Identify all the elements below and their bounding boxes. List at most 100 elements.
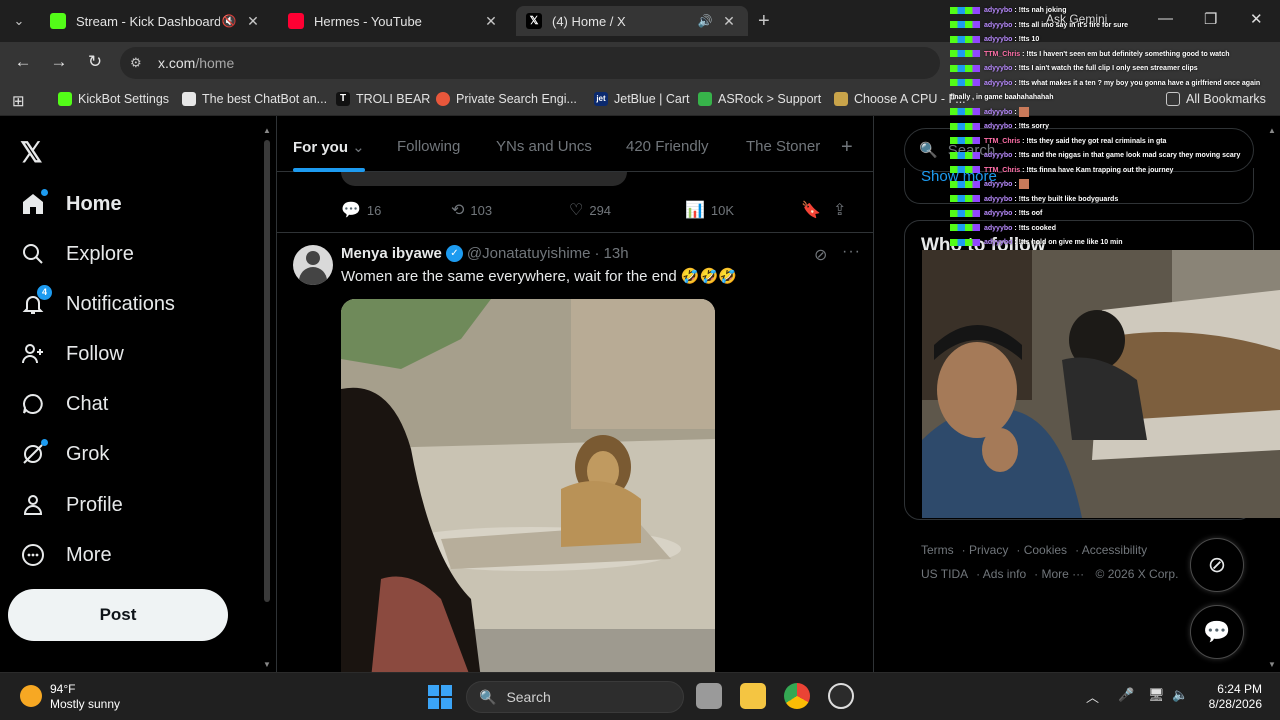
add-tab-plus-icon[interactable]: + bbox=[841, 136, 853, 159]
lion-video-frame bbox=[341, 299, 715, 678]
tab-for-you[interactable]: For you ⌄ bbox=[293, 138, 365, 156]
nav-explore[interactable]: Explore bbox=[20, 234, 134, 274]
nav-follow[interactable]: Follow bbox=[20, 334, 124, 374]
nav-notifications[interactable]: 4 Notifications bbox=[20, 284, 175, 324]
windows-start-icon[interactable] bbox=[428, 685, 452, 709]
bookmark-asrock[interactable]: ASRock > Support bbox=[698, 92, 821, 106]
tab-420-friendly[interactable]: 420 Friendly bbox=[626, 138, 709, 155]
sun-icon[interactable] bbox=[20, 685, 42, 707]
chat-username[interactable]: adyyybo bbox=[984, 239, 1012, 246]
previous-tweet-media[interactable] bbox=[341, 172, 627, 186]
x-logo-icon[interactable]: 𝕏 bbox=[20, 136, 43, 169]
chat-username[interactable]: adyyybo bbox=[984, 80, 1012, 87]
tweet-video[interactable] bbox=[341, 299, 715, 678]
chat-username[interactable]: TTM_Chris bbox=[984, 138, 1020, 145]
task-view-icon[interactable] bbox=[696, 683, 722, 709]
tray-chevron-up-icon[interactable]: ︿ bbox=[1086, 687, 1099, 706]
chat-username[interactable]: TTM_Chris bbox=[984, 51, 1020, 58]
bookmark-chatbot[interactable]: The best ChatBot an... bbox=[182, 92, 327, 106]
footer-us-tida[interactable]: US TIDA bbox=[921, 567, 968, 581]
network-icon[interactable]: 🖥 bbox=[1148, 687, 1165, 703]
close-tab-icon[interactable]: ✕ bbox=[720, 13, 738, 30]
chat-username[interactable]: adyyybo bbox=[984, 65, 1012, 72]
site-info-icon[interactable]: ⚙ bbox=[130, 55, 142, 71]
nav-chat[interactable]: Chat bbox=[20, 384, 108, 424]
tab-following[interactable]: Following bbox=[397, 138, 460, 155]
apps-grid-icon[interactable]: ⊞ bbox=[12, 92, 25, 110]
tab-search-chevron-icon[interactable]: ⌄ bbox=[8, 10, 30, 32]
volume-icon[interactable]: 🔈 bbox=[1172, 687, 1188, 703]
microphone-icon[interactable]: 🎤 bbox=[1118, 687, 1134, 703]
back-arrow-icon[interactable]: ← bbox=[11, 52, 35, 74]
taskbar-search[interactable]: 🔍 Search bbox=[466, 681, 684, 713]
grok-explain-icon[interactable]: ⊘ bbox=[814, 245, 827, 265]
close-tab-icon[interactable]: ✕ bbox=[244, 13, 262, 30]
browser-tab-youtube[interactable]: Hermes - YouTube ✕ bbox=[278, 6, 510, 36]
address-bar[interactable]: ⚙ x.com/home bbox=[120, 47, 940, 79]
chat-username[interactable]: adyyybo bbox=[984, 196, 1012, 203]
nav-home[interactable]: Home bbox=[20, 184, 122, 224]
grok-fab-icon[interactable]: ⊘ bbox=[1190, 538, 1244, 592]
new-tab-button[interactable]: + bbox=[758, 10, 770, 33]
reload-icon[interactable]: ↻ bbox=[83, 52, 107, 74]
messages-fab-icon[interactable]: 💬 bbox=[1190, 605, 1244, 659]
obs-studio-icon[interactable] bbox=[828, 683, 854, 709]
page-scrollbar[interactable]: ▲ ▼ bbox=[262, 126, 272, 672]
chat-username[interactable]: adyyybo bbox=[984, 123, 1012, 130]
footer-privacy[interactable]: Privacy bbox=[969, 543, 1008, 557]
speaker-playing-icon[interactable]: 🔊 bbox=[696, 14, 714, 28]
muted-speaker-icon[interactable]: 🔇 bbox=[220, 14, 238, 28]
repost-button[interactable]: ⟲ 103 bbox=[451, 200, 569, 220]
url-text[interactable]: x.com/home bbox=[158, 55, 234, 71]
file-explorer-icon[interactable] bbox=[740, 683, 766, 709]
tweet-author-name[interactable]: Menya ibyawe bbox=[341, 245, 442, 262]
reply-button[interactable]: 💬 16 bbox=[341, 200, 451, 220]
scrollbar-thumb[interactable] bbox=[264, 140, 270, 602]
more-options-icon[interactable]: ··· bbox=[842, 243, 861, 261]
weather-widget[interactable]: 94°F Mostly sunny bbox=[50, 682, 120, 712]
views-button[interactable]: 📊 10K bbox=[685, 200, 801, 220]
tweet-text: Women are the same everywhere, wait for … bbox=[341, 268, 737, 285]
post-button[interactable]: Post bbox=[8, 589, 228, 641]
forward-arrow-icon[interactable]: → bbox=[47, 52, 71, 74]
nav-more[interactable]: More bbox=[20, 535, 112, 575]
footer-terms[interactable]: Terms bbox=[921, 543, 954, 557]
like-button[interactable]: ♡ 294 bbox=[569, 200, 685, 220]
chat-username[interactable]: adyyybo bbox=[984, 152, 1012, 159]
chrome-icon[interactable] bbox=[784, 683, 810, 709]
bookmark-button[interactable]: 🔖 bbox=[801, 200, 833, 220]
nav-profile[interactable]: Profile bbox=[20, 485, 123, 525]
chat-username[interactable]: TTM_Chris bbox=[984, 167, 1020, 174]
footer-cookies[interactable]: Cookies bbox=[1024, 543, 1067, 557]
chat-username[interactable]: adyyybo bbox=[984, 22, 1012, 29]
tweet-timestamp[interactable]: 13h bbox=[604, 245, 629, 262]
scroll-up-arrow-icon[interactable]: ▲ bbox=[263, 126, 271, 135]
close-tab-icon[interactable]: ✕ bbox=[482, 13, 500, 30]
bookmark-jetblue[interactable]: jet JetBlue | Cart bbox=[594, 92, 690, 106]
bookmark-choose-cpu[interactable]: Choose A CPU - P... bbox=[834, 92, 966, 106]
browser-tab-x[interactable]: 𝕏 (4) Home / X 🔊 ✕ bbox=[516, 6, 748, 36]
footer-ads-info[interactable]: Ads info bbox=[983, 567, 1026, 581]
footer-more[interactable]: More ··· bbox=[1042, 567, 1085, 581]
chat-username[interactable]: adyyybo bbox=[984, 109, 1012, 116]
share-button[interactable]: ⇪ bbox=[833, 200, 852, 220]
bookmark-private-search[interactable]: Private Search Engi... bbox=[436, 92, 577, 106]
bookmark-kickbot[interactable]: KickBot Settings bbox=[58, 92, 169, 106]
tweet[interactable]: Menya ibyawe ✓ @Jonatatuyishime · 13h ⊘ … bbox=[277, 233, 873, 678]
scroll-down-arrow-icon[interactable]: ▼ bbox=[1268, 660, 1276, 669]
taskbar-clock[interactable]: 6:24 PM 8/28/2026 bbox=[1196, 682, 1262, 712]
chat-username[interactable]: adyyybo bbox=[984, 36, 1012, 43]
tab-yns-and-uncs[interactable]: YNs and Uncs bbox=[496, 138, 592, 155]
nav-grok[interactable]: Grok bbox=[20, 434, 109, 474]
chat-username[interactable]: adyyybo bbox=[984, 210, 1012, 217]
bookmark-troli-bear[interactable]: T TROLI BEAR bbox=[336, 92, 430, 106]
chat-username[interactable]: adyyybo bbox=[984, 7, 1012, 14]
chat-username[interactable]: adyyybo bbox=[984, 225, 1012, 232]
tweet-author-handle[interactable]: @Jonatatuyishime bbox=[467, 245, 591, 262]
footer-accessibility[interactable]: Accessibility bbox=[1082, 543, 1147, 557]
avatar[interactable] bbox=[293, 245, 333, 285]
browser-tab-kick[interactable]: Stream - Kick Dashboard 🔇 ✕ bbox=[40, 6, 272, 36]
chat-username[interactable]: adyyybo bbox=[984, 181, 1012, 188]
tab-the-stoner[interactable]: The Stoner bbox=[746, 138, 820, 155]
scroll-down-arrow-icon[interactable]: ▼ bbox=[263, 660, 271, 669]
